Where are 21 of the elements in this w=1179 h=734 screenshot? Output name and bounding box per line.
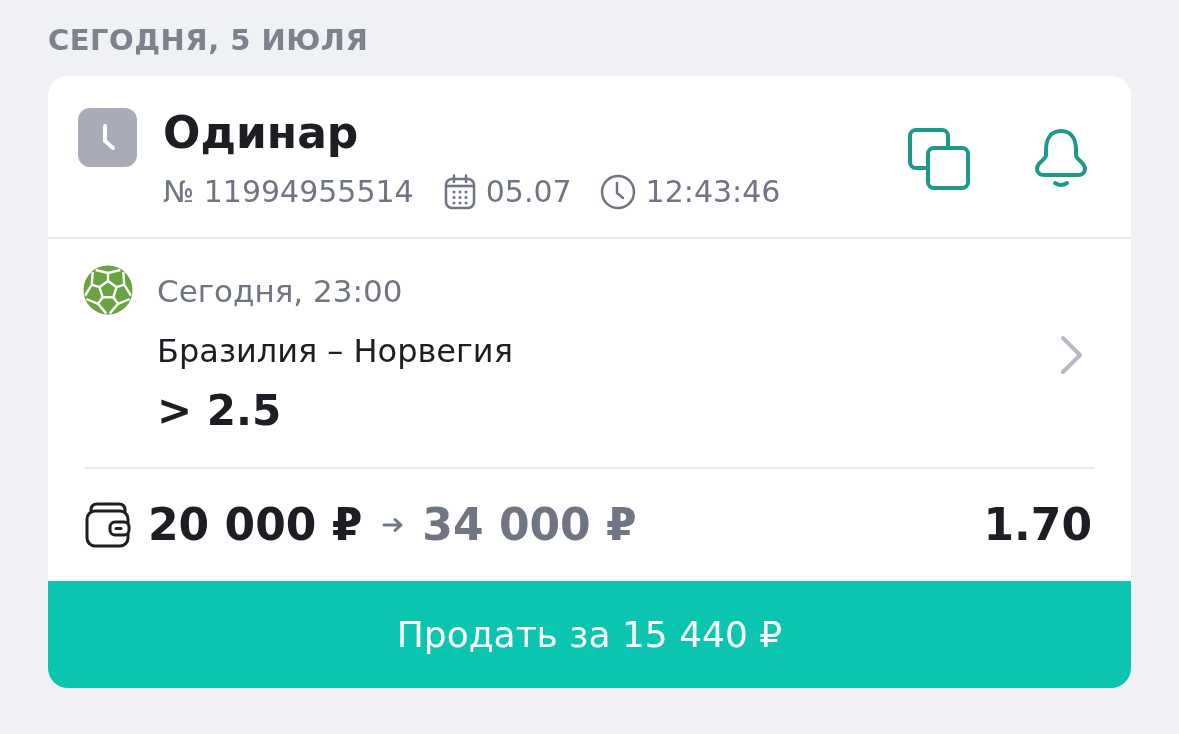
payout-amount: 34 000 ₽	[422, 499, 637, 551]
calendar-icon	[443, 174, 476, 210]
arrow-right-icon	[382, 517, 405, 533]
bet-number: № 11994955514	[163, 174, 414, 210]
bet-outcome: > 2.5	[157, 385, 282, 437]
bet-date: 05.07	[485, 174, 572, 210]
sell-button[interactable]: Продать за 15 440 ₽	[48, 581, 1131, 688]
bet-time: 12:43:46	[645, 174, 781, 210]
wallet-icon	[85, 502, 131, 548]
bet-type-title: Одинар	[163, 108, 359, 158]
odds-value: 1.70	[983, 499, 1092, 551]
chevron-right-icon[interactable]	[1059, 334, 1085, 376]
event-start-time: Сегодня, 23:00	[157, 272, 403, 311]
date-header: СЕГОДНЯ, 5 ИЮЛЯ	[48, 22, 369, 59]
clock-tile-icon	[78, 108, 137, 167]
copy-icon[interactable]	[908, 128, 970, 190]
stake-amount: 20 000 ₽	[148, 499, 363, 551]
football-icon	[83, 265, 133, 315]
bell-icon[interactable]	[1033, 128, 1089, 190]
event-match: Бразилия – Норвегия	[157, 331, 513, 372]
clock-icon	[599, 174, 636, 210]
